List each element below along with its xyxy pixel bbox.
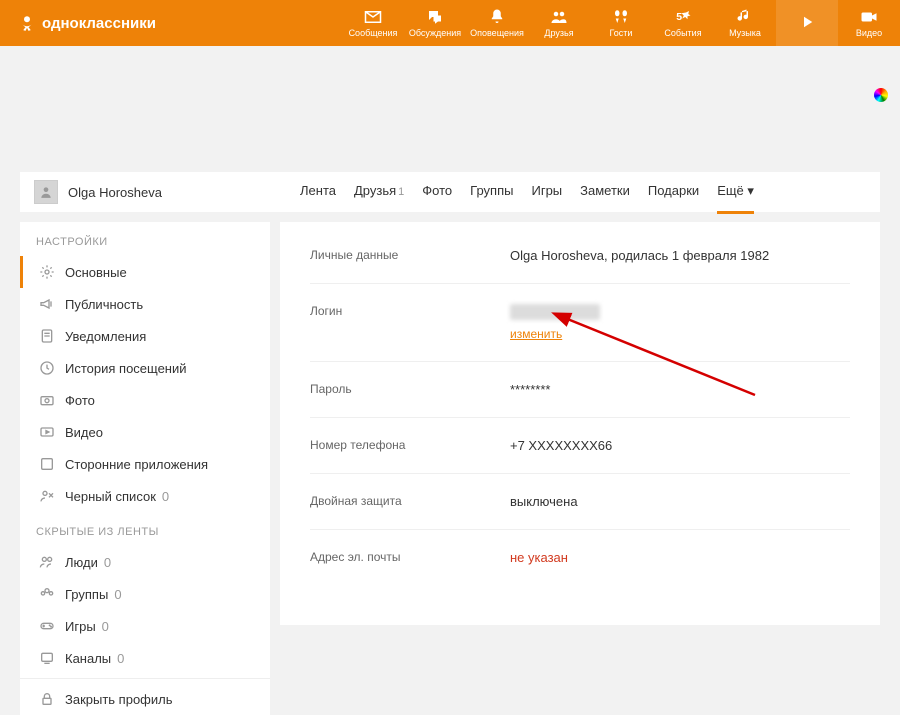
mail-icon: [363, 8, 383, 26]
value-phone: +7 XXXXXXXX66: [510, 438, 612, 453]
value-twofa: выключена: [510, 494, 578, 509]
bell-icon: [487, 8, 507, 26]
sidebar-item-notifications[interactable]: Уведомления: [20, 320, 270, 352]
sidebar-item-publicity[interactable]: Публичность: [20, 288, 270, 320]
profile-header: Olga Horosheva Лента Друзья1 Фото Группы…: [20, 172, 880, 212]
value-login-blurred: [510, 304, 600, 320]
blacklist-icon: [39, 488, 55, 504]
channels-icon: [39, 650, 55, 666]
topbar: одноклассники Сообщения Обсуждения Опове…: [0, 0, 900, 46]
app-icon: [39, 456, 55, 472]
tab-more[interactable]: Ещё ▾: [717, 171, 754, 214]
sidebar-title-settings: НАСТРОЙКИ: [20, 222, 270, 256]
row-personal[interactable]: Личные данные Olga Horosheva, родилась 1…: [310, 242, 850, 284]
nav-friends[interactable]: Друзья: [528, 0, 590, 46]
sidebar-item-lock[interactable]: Закрыть профиль: [20, 683, 270, 715]
settings-panel: Личные данные Olga Horosheva, родилась 1…: [280, 222, 880, 625]
people-icon: [39, 554, 55, 570]
tab-friends[interactable]: Друзья1: [354, 171, 404, 214]
sidebar-hidden-people[interactable]: Люди 0: [20, 546, 270, 578]
topnav: Сообщения Обсуждения Оповещения Друзья Г…: [342, 0, 900, 46]
row-password[interactable]: Пароль ********: [310, 362, 850, 418]
value-personal: Olga Horosheva, родилась 1 февраля 1982: [510, 248, 769, 263]
user-name[interactable]: Olga Horosheva: [68, 185, 162, 200]
label-email: Адрес эл. почты: [310, 550, 510, 565]
color-picker-icon[interactable]: [874, 88, 888, 102]
nav-alerts[interactable]: Оповещения: [466, 0, 528, 46]
svg-text:5: 5: [676, 11, 682, 23]
groups-icon: [39, 586, 55, 602]
sidebar-item-main[interactable]: Основные: [20, 256, 270, 288]
note-icon: [39, 328, 55, 344]
nav-messages[interactable]: Сообщения: [342, 0, 404, 46]
label-phone: Номер телефона: [310, 438, 510, 453]
row-login[interactable]: Логин изменить: [310, 284, 850, 362]
nav-events[interactable]: 5 События: [652, 0, 714, 46]
row-phone[interactable]: Номер телефона +7 XXXXXXXX66: [310, 418, 850, 474]
logo[interactable]: одноклассники: [0, 12, 174, 34]
sidebar-hidden-channels[interactable]: Каналы 0: [20, 642, 270, 674]
divider: [20, 678, 270, 679]
label-twofa: Двойная защита: [310, 494, 510, 509]
row-email[interactable]: Адрес эл. почты не указан: [310, 530, 850, 585]
megaphone-icon: [39, 296, 55, 312]
games-icon: [39, 618, 55, 634]
nav-discussions[interactable]: Обсуждения: [404, 0, 466, 46]
sidebar-item-blacklist[interactable]: Черный список 0: [20, 480, 270, 512]
sidebar-item-history[interactable]: История посещений: [20, 352, 270, 384]
label-login: Логин: [310, 304, 510, 341]
play-icon: [797, 13, 817, 31]
sidebar-item-photo[interactable]: Фото: [20, 384, 270, 416]
tab-gifts[interactable]: Подарки: [648, 171, 699, 214]
tab-groups[interactable]: Группы: [470, 171, 513, 214]
row-twofa[interactable]: Двойная защита выключена: [310, 474, 850, 530]
nav-video[interactable]: Видео: [838, 0, 900, 46]
profile-tabs: Лента Друзья1 Фото Группы Игры Заметки П…: [270, 171, 754, 214]
events-icon: 5: [673, 8, 693, 26]
nav-guests[interactable]: Гости: [590, 0, 652, 46]
friends-icon: [549, 8, 569, 26]
sidebar-item-video[interactable]: Видео: [20, 416, 270, 448]
lock-icon: [39, 691, 55, 707]
tab-photo[interactable]: Фото: [422, 171, 452, 214]
sidebar-hidden-games[interactable]: Игры 0: [20, 610, 270, 642]
music-icon: [735, 8, 755, 26]
tab-feed[interactable]: Лента: [300, 171, 336, 214]
nav-music[interactable]: Музыка: [714, 0, 776, 46]
sidebar-hidden-groups[interactable]: Группы 0: [20, 578, 270, 610]
video-icon: [859, 8, 879, 26]
sidebar: НАСТРОЙКИ Основные Публичность Уведомлен…: [20, 222, 270, 715]
tab-notes[interactable]: Заметки: [580, 171, 630, 214]
history-icon: [39, 360, 55, 376]
value-password: ********: [510, 382, 550, 397]
avatar[interactable]: [34, 180, 58, 204]
nav-video-rec[interactable]: [776, 0, 838, 46]
chat-icon: [425, 8, 445, 26]
label-password: Пароль: [310, 382, 510, 397]
brand-text: одноклассники: [42, 15, 156, 32]
camera-icon: [39, 392, 55, 408]
sidebar-title-hidden: СКРЫТЫЕ ИЗ ЛЕНТЫ: [20, 512, 270, 546]
link-change-login[interactable]: изменить: [510, 327, 562, 341]
value-email: не указан: [510, 550, 568, 565]
tab-games[interactable]: Игры: [531, 171, 562, 214]
guests-icon: [611, 8, 631, 26]
video-icon: [39, 424, 55, 440]
gear-icon: [39, 264, 55, 280]
label-personal: Личные данные: [310, 248, 510, 263]
sidebar-item-apps[interactable]: Сторонние приложения: [20, 448, 270, 480]
